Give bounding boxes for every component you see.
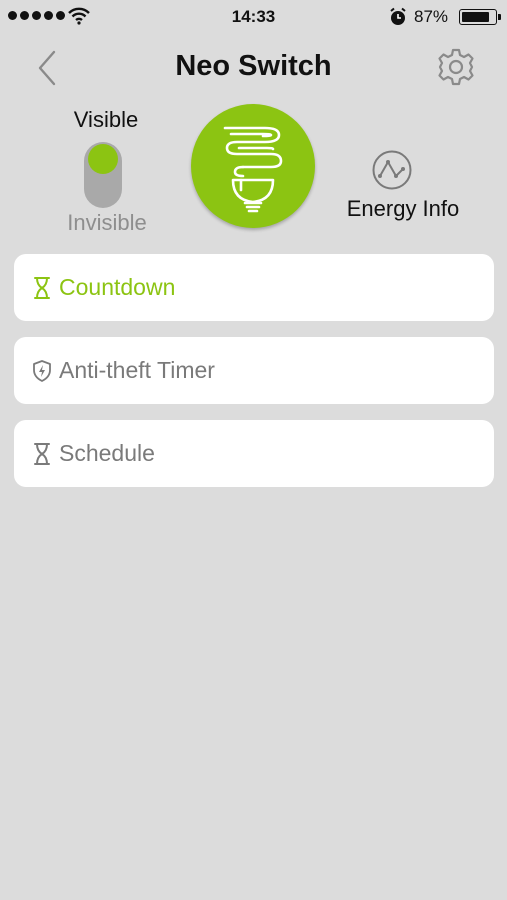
toggle-knob — [88, 144, 118, 174]
anti-theft-timer-menu-item[interactable]: Anti-theft Timer — [14, 337, 494, 404]
battery-percent: 87% — [414, 7, 449, 26]
graph-icon[interactable] — [371, 149, 413, 191]
light-bulb-icon — [223, 126, 283, 213]
energy-info-label[interactable]: Energy Info — [330, 196, 476, 222]
visible-label: Visible — [73, 107, 139, 132]
countdown-label: Countdown — [59, 274, 176, 300]
anti-theft-timer-label: Anti-theft Timer — [59, 357, 215, 383]
battery-fill — [462, 12, 489, 22]
power-bulb-button[interactable] — [191, 104, 315, 228]
invisible-label: Invisible — [67, 210, 147, 235]
hourglass-icon — [34, 443, 50, 465]
schedule-menu-item[interactable]: Schedule — [14, 420, 494, 487]
alarm-clock-icon — [390, 7, 406, 25]
countdown-menu-item[interactable]: Countdown — [14, 254, 494, 321]
gear-icon[interactable] — [436, 47, 476, 87]
hourglass-icon — [34, 277, 50, 299]
battery-icon — [459, 9, 501, 25]
schedule-label: Schedule — [59, 440, 155, 466]
shield-bolt-icon — [33, 360, 51, 382]
visibility-toggle[interactable] — [84, 142, 122, 208]
status-bar: 14:33 87% — [0, 0, 507, 34]
page-title: Neo Switch — [175, 50, 332, 82]
